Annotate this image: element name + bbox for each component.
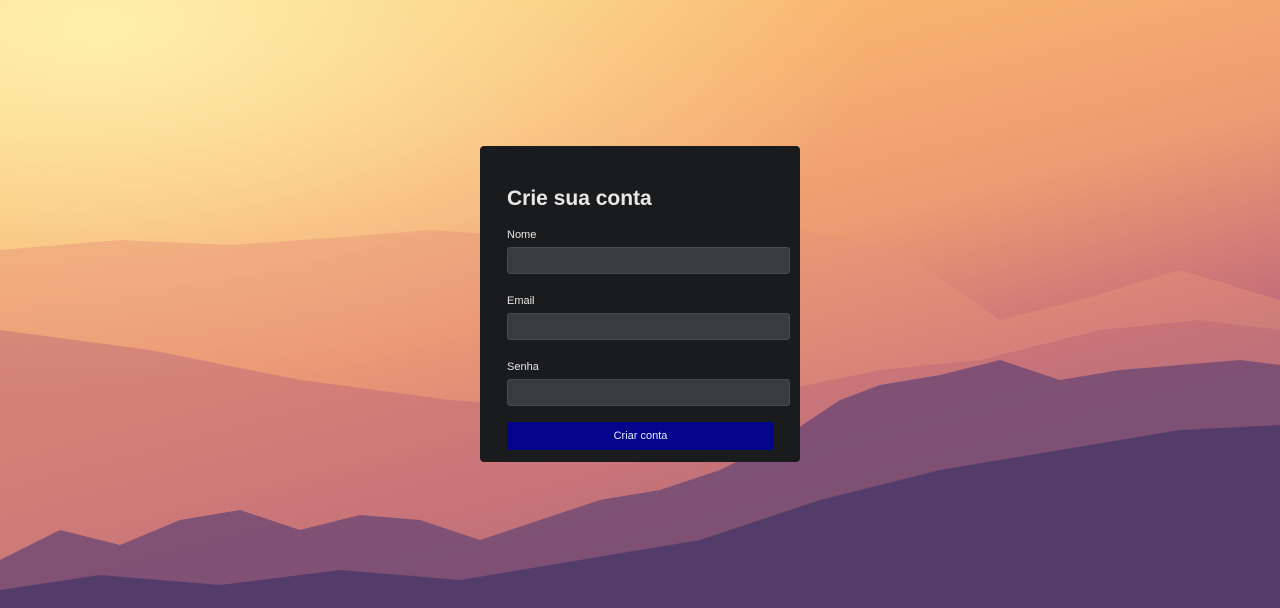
name-field-group: Nome <box>507 228 790 274</box>
password-input[interactable] <box>507 379 790 406</box>
email-field-group: Email <box>507 294 790 340</box>
password-label: Senha <box>507 361 539 373</box>
page-title: Crie sua conta <box>507 187 652 210</box>
signup-card: Crie sua conta Nome Email Senha Criar co… <box>480 146 800 462</box>
email-label: Email <box>507 295 535 307</box>
email-input[interactable] <box>507 313 790 340</box>
create-account-button[interactable]: Criar conta <box>507 422 774 450</box>
password-field-group: Senha <box>507 360 790 406</box>
name-input[interactable] <box>507 247 790 274</box>
name-label: Nome <box>507 229 537 241</box>
